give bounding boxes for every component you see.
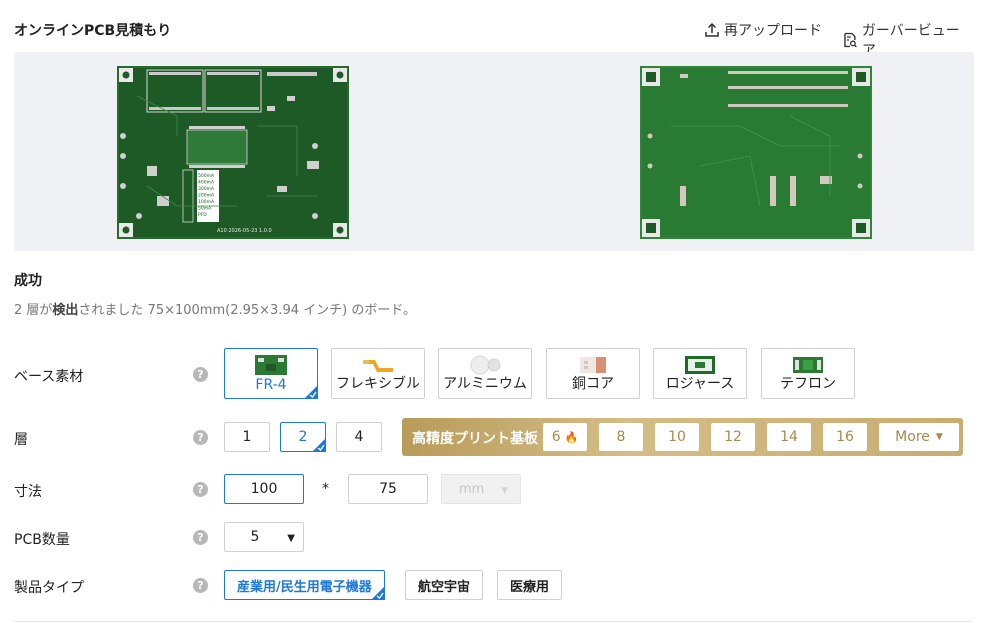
reupload-button[interactable]: 再アップロード	[704, 20, 822, 40]
document-search-icon	[844, 32, 857, 48]
pcb-silkscreen-text: A10 2026-05-23 1.0.0	[217, 228, 272, 234]
high-precision-panel: 高精度プリント基板 6 🔥 8 10 12 14 16 More ▼	[402, 418, 963, 456]
material-option-aluminum[interactable]: アルミニウム	[438, 348, 532, 399]
hp-layer-label: 6	[551, 429, 561, 445]
material-option-copper-core[interactable]: 銅コア	[546, 348, 640, 399]
product-option-medical[interactable]: 医療用	[497, 570, 563, 600]
help-icon[interactable]: ?	[193, 430, 208, 445]
high-precision-label: 高精度プリント基板	[412, 431, 538, 447]
status-description: 2 層が検出されました 75×100mm(2.95×3.94 インチ) のボード…	[14, 299, 416, 318]
layer-option-4[interactable]: 4	[336, 422, 382, 452]
teflon-board-icon	[793, 357, 823, 373]
flex-board-icon	[363, 360, 393, 372]
more-layers-dropdown[interactable]: More ▼	[879, 423, 959, 451]
unit-select[interactable]: mm ▼	[441, 474, 521, 504]
hp-layer-label: 12	[724, 429, 742, 445]
status-desc-bold: 検出	[52, 303, 79, 318]
hp-layer-option-6[interactable]: 6 🔥	[543, 423, 587, 451]
pcb-bottom-view	[640, 66, 872, 239]
material-label: フレキシブル	[336, 376, 420, 392]
product-option-label: 航空宇宙	[418, 579, 471, 595]
pcb-current-label: 100mA	[198, 199, 215, 205]
width-input[interactable]	[224, 474, 304, 504]
unit-value: mm	[459, 481, 485, 497]
pcb-current-label: 300mA	[198, 186, 215, 192]
pcb-top-view: A10 2026-05-23 1.0.0 500mA 400mA 300mA 200m…	[117, 66, 349, 239]
help-icon[interactable]: ?	[193, 578, 208, 593]
page-title: オンラインPCB見積もり	[14, 23, 172, 39]
help-icon[interactable]: ?	[193, 367, 208, 382]
base-material-label: ベース素材	[14, 369, 84, 385]
material-label: 銅コア	[572, 376, 614, 392]
material-option-teflon[interactable]: テフロン	[761, 348, 855, 399]
more-label: More	[895, 429, 930, 445]
pcb-preview-panel: A10 2026-05-23 1.0.0 500mA 400mA 300mA 200m…	[14, 52, 974, 251]
product-type-label: 製品タイプ	[14, 580, 84, 596]
aluminum-board-icon	[470, 355, 501, 375]
copper-board-icon	[580, 357, 606, 373]
pcb-current-label: 200mA	[198, 193, 215, 199]
hp-layer-label: 14	[780, 429, 798, 445]
layer-option-label: 4	[354, 429, 364, 445]
height-input[interactable]	[348, 474, 428, 504]
layer-option-label: 2	[298, 429, 308, 445]
dimensions-label: 寸法	[14, 484, 42, 500]
pcb-current-label: 500mA	[198, 173, 215, 179]
page-header: オンラインPCB見積もり 再アップロード ガーバービューア	[14, 18, 972, 59]
status-desc-suffix: されました 75×100mm(2.95×3.94 インチ) のボード。	[78, 303, 417, 318]
caret-down-icon: ▼	[935, 432, 943, 442]
pcb-current-label: 50mA	[198, 206, 212, 212]
product-option-industrial[interactable]: 産業用/民生用電子機器	[224, 570, 385, 600]
reupload-label: 再アップロード	[724, 23, 822, 39]
layer-option-2[interactable]: 2	[280, 422, 326, 452]
material-label: ロジャース	[665, 376, 735, 392]
material-option-fr4[interactable]: FR-4	[224, 348, 318, 399]
material-option-flexible[interactable]: フレキシブル	[331, 348, 425, 399]
material-label: テフロン	[780, 376, 836, 392]
product-option-label: 医療用	[510, 579, 550, 595]
fr4-board-icon	[255, 355, 287, 375]
fire-icon: 🔥	[564, 430, 579, 444]
hp-layer-option-16[interactable]: 16	[823, 423, 867, 451]
layer-option-1[interactable]: 1	[224, 422, 270, 452]
material-label: FR-4	[255, 377, 287, 393]
quantity-label: PCB数量	[14, 532, 70, 548]
caret-down-icon: ▼	[501, 486, 508, 496]
hp-layer-label: 10	[668, 429, 686, 445]
caret-down-icon: ▼	[287, 533, 295, 544]
rogers-board-icon	[685, 356, 715, 374]
hp-layer-option-10[interactable]: 10	[655, 423, 699, 451]
product-option-label: 産業用/民生用電子機器	[237, 579, 372, 595]
selected-check-icon	[304, 385, 318, 399]
pcb-current-label: PFD	[198, 212, 207, 218]
product-option-aerospace[interactable]: 航空宇宙	[405, 570, 484, 600]
material-label: アルミニウム	[443, 376, 527, 392]
quantity-select[interactable]: 5 ▼	[224, 522, 304, 552]
layer-option-label: 1	[242, 429, 252, 445]
status-title: 成功	[14, 273, 42, 289]
hp-layer-option-12[interactable]: 12	[711, 423, 755, 451]
help-icon[interactable]: ?	[193, 482, 208, 497]
hp-layer-label: 8	[616, 429, 626, 445]
layers-label: 層	[14, 432, 28, 448]
status-desc-prefix: 2 層が	[14, 303, 53, 318]
selected-check-icon	[312, 438, 326, 452]
hp-layer-label: 16	[836, 429, 854, 445]
selected-check-icon	[370, 586, 385, 600]
upload-icon	[705, 22, 719, 37]
hp-layer-option-14[interactable]: 14	[767, 423, 811, 451]
dimension-separator: *	[322, 481, 329, 497]
hp-layer-option-8[interactable]: 8	[599, 423, 643, 451]
quantity-value: 5	[250, 529, 260, 545]
help-icon[interactable]: ?	[193, 530, 208, 545]
pcb-current-label: 400mA	[198, 180, 215, 186]
material-option-rogers[interactable]: ロジャース	[653, 348, 747, 399]
